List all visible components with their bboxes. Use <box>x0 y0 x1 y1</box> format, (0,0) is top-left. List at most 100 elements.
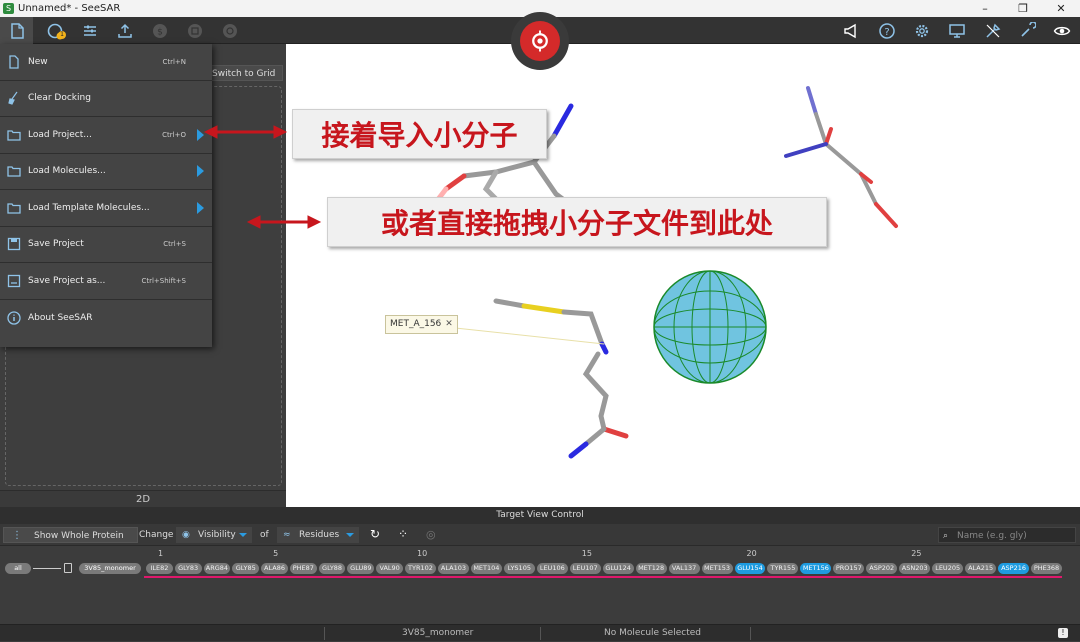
residue-chip[interactable]: MET156 <box>800 563 832 574</box>
dollar-icon[interactable]: $ <box>149 20 171 42</box>
eye-icon[interactable] <box>1051 20 1073 42</box>
eye-icon: ◉ <box>182 530 190 540</box>
svg-text:$: $ <box>157 28 163 38</box>
wrench-icon[interactable] <box>1016 20 1038 42</box>
residue-chip[interactable]: MET104 <box>470 563 502 574</box>
residue-chip[interactable]: LEU107 <box>569 563 601 574</box>
residue-chip[interactable]: ILE82 <box>146 563 173 574</box>
residue-chip[interactable]: GLU124 <box>602 563 634 574</box>
residue-chip[interactable]: GLY85 <box>232 563 260 574</box>
target-view-control-title: Target View Control <box>0 507 1080 524</box>
help-icon[interactable]: ? <box>876 20 898 42</box>
scatter-icon[interactable]: ⁘ <box>398 527 408 543</box>
minimize-button[interactable]: – <box>966 0 1004 17</box>
residue-chip[interactable]: ALA215 <box>965 563 997 574</box>
camera-icon[interactable]: ◎ <box>426 527 436 543</box>
residue-chip[interactable]: LEU106 <box>536 563 568 574</box>
residue-chip[interactable]: VAL137 <box>668 563 700 574</box>
close-icon[interactable]: ✕ <box>445 319 453 329</box>
residues-dropdown[interactable]: ≈ Residues <box>277 527 359 543</box>
show-whole-protein-label: Show Whole Protein <box>34 531 124 541</box>
residue-chip[interactable]: PRO157 <box>833 563 865 574</box>
search-icon: ⌕ <box>943 531 949 541</box>
gear-icon[interactable] <box>911 20 933 42</box>
monomer-chip[interactable]: 3V85_monomer <box>79 563 141 574</box>
residue-chip[interactable]: GLY83 <box>174 563 202 574</box>
menu-item-clear-docking[interactable]: Clear Docking <box>0 81 212 117</box>
folder-open-icon <box>6 200 21 215</box>
residue-chip[interactable]: MET153 <box>701 563 733 574</box>
annotation-callout-drag-drop: 或者直接拖拽小分子文件到此处 <box>327 197 827 247</box>
menu-item-save-project-as[interactable]: Save Project as... Ctrl+Shift+S <box>0 263 212 300</box>
menu-shortcut: Ctrl+O <box>162 130 186 139</box>
info-icon <box>6 310 21 325</box>
close-button[interactable]: ✕ <box>1042 0 1080 17</box>
residue-chip[interactable]: ARG84 <box>203 563 231 574</box>
target-view-controls: ⋮ Show Whole Protein Change ◉ Visibility… <box>0 524 1080 546</box>
menu-shortcut: Ctrl+Shift+S <box>141 276 186 285</box>
notification-icon[interactable]: ! <box>1058 628 1068 638</box>
status-bar: 3V85_monomer No Molecule Selected ! <box>0 624 1080 641</box>
status-divider <box>324 627 325 640</box>
settings-sliders-icon[interactable] <box>79 20 101 42</box>
residue-chip[interactable]: GLY88 <box>318 563 346 574</box>
panel-2d-label[interactable]: 2D <box>0 490 286 507</box>
residue-chip[interactable]: GLU154 <box>734 563 766 574</box>
reset-icon[interactable]: ↻ <box>370 527 380 543</box>
restore-button[interactable]: ❐ <box>1004 0 1042 17</box>
switch-to-grid-button[interactable]: Switch to Grid <box>205 65 283 81</box>
folder-open-icon <box>6 127 21 142</box>
residue-search-input[interactable]: ⌕ Name (e.g. gly) <box>938 527 1076 543</box>
menu-item-label: Load Template Molecules... <box>28 202 150 213</box>
menu-item-load-molecules[interactable]: Load Molecules... <box>0 154 212 190</box>
visibility-label: Visibility <box>198 530 236 540</box>
residue-chip[interactable]: ALA86 <box>261 563 288 574</box>
monitor-icon[interactable] <box>946 20 968 42</box>
residue-chip[interactable]: ASN203 <box>899 563 931 574</box>
residue-chip[interactable]: ASP202 <box>866 563 898 574</box>
residue-chip[interactable]: ASP216 <box>998 563 1030 574</box>
megaphone-icon[interactable] <box>840 20 862 42</box>
folder-open-icon <box>6 164 21 179</box>
residue-chip[interactable]: LYS105 <box>503 563 535 574</box>
all-chip[interactable]: all <box>5 563 31 574</box>
residue-chip[interactable]: LEU205 <box>932 563 964 574</box>
target-icon[interactable] <box>219 20 241 42</box>
menu-item-load-project[interactable]: Load Project... Ctrl+O <box>0 117 212 154</box>
of-label: of <box>260 530 269 540</box>
chevron-down-icon <box>239 533 247 537</box>
box-icon[interactable] <box>184 20 206 42</box>
change-label: Change <box>139 530 174 540</box>
residue-chip[interactable]: PHE87 <box>289 563 317 574</box>
residue-chip[interactable]: ALA103 <box>437 563 469 574</box>
status-structure: 3V85_monomer <box>402 628 474 638</box>
residue-tag-label: MET_A_156 <box>390 319 442 329</box>
visibility-dropdown[interactable]: ◉ Visibility <box>176 527 252 543</box>
ruler-tick-label: 25 <box>911 549 922 558</box>
menu-item-about[interactable]: About SeeSAR <box>0 300 212 337</box>
residue-chip[interactable]: MET128 <box>635 563 667 574</box>
show-whole-protein-button[interactable]: ⋮ Show Whole Protein <box>3 527 138 543</box>
status-divider <box>750 627 751 640</box>
residue-chip[interactable]: VAL90 <box>376 563 404 574</box>
ruler-tick-label: 1 <box>158 549 164 558</box>
export-icon[interactable] <box>114 20 136 42</box>
residue-chip[interactable]: TYR155 <box>767 563 799 574</box>
residue-chip[interactable]: GLU89 <box>347 563 375 574</box>
file-menu: New Ctrl+N Clear Docking Load Project...… <box>0 44 212 347</box>
file-menu-icon[interactable] <box>0 17 33 44</box>
seesar-logo-button[interactable] <box>511 12 569 70</box>
annotation-arrows <box>203 125 322 229</box>
menu-item-label: About SeeSAR <box>28 312 93 323</box>
chevron-down-icon <box>346 533 354 537</box>
menu-item-load-template-molecules[interactable]: Load Template Molecules... <box>0 190 212 227</box>
window-title: Unnamed* - SeeSAR <box>18 3 121 14</box>
app-icon: S <box>3 3 14 14</box>
window-controls: – ❐ ✕ <box>966 0 1080 17</box>
residue-chip[interactable]: TYR102 <box>405 563 436 574</box>
tools-icon[interactable] <box>982 20 1004 42</box>
residue-chip[interactable]: PHE368 <box>1031 563 1062 574</box>
menu-item-save-project[interactable]: Save Project Ctrl+S <box>0 227 212 263</box>
menu-item-new[interactable]: New Ctrl+N <box>0 44 212 81</box>
status-divider <box>540 627 541 640</box>
